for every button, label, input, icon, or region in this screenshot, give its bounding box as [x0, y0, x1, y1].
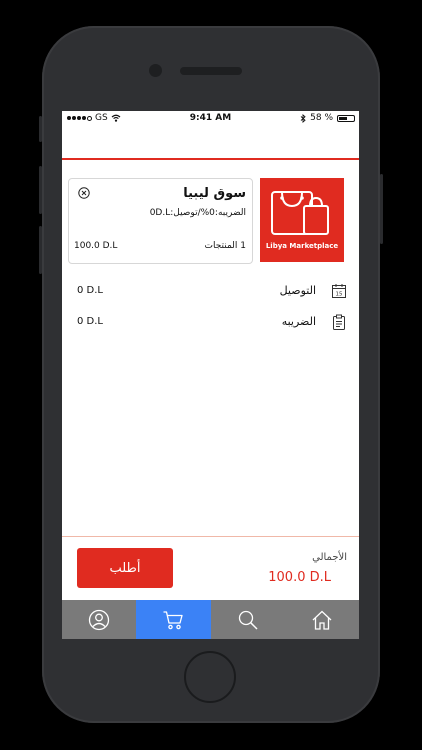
bluetooth-icon: [300, 113, 306, 123]
volume-up-button: [39, 166, 42, 214]
clipboard-icon: [333, 314, 345, 330]
tab-profile[interactable]: [62, 600, 136, 639]
total-label: الأجمالي: [312, 552, 347, 563]
tab-home[interactable]: [285, 600, 359, 639]
search-icon: [238, 610, 258, 630]
store-fees: الضريبه:0%/توصيل:0D.L: [149, 208, 246, 218]
battery-icon: [337, 114, 355, 122]
calendar-icon: 15: [332, 284, 346, 298]
home-button[interactable]: [184, 651, 236, 703]
close-icon[interactable]: [78, 187, 90, 199]
tab-search[interactable]: [211, 600, 285, 639]
volume-down-button: [39, 226, 42, 274]
earpiece-speaker: [180, 67, 242, 75]
tax-row: 0 D.L الضريبه: [62, 314, 359, 332]
order-button[interactable]: أطلب: [77, 548, 173, 588]
tab-bar: [62, 600, 359, 639]
home-icon: [312, 610, 332, 630]
tax-label: الضريبه: [281, 315, 316, 328]
store-name: سوق ليبيا: [183, 186, 246, 201]
cart-icon: [163, 610, 184, 629]
tab-cart[interactable]: [136, 600, 211, 639]
store-logo[interactable]: Libya Marketplace: [260, 178, 344, 262]
header-divider: [62, 158, 359, 160]
cart-store-card: سوق ليبيا الضريبه:0%/توصيل:0D.L 1 المنتج…: [68, 178, 253, 264]
profile-icon: [88, 609, 110, 630]
store-price: 100.0 D.L: [74, 241, 118, 251]
status-bar: GS 9:41 AM 58 %: [62, 111, 359, 125]
delivery-value: 0 D.L: [77, 285, 103, 296]
items-count: 1 المنتجات: [204, 241, 247, 251]
power-button: [380, 174, 383, 244]
delivery-label: التوصيل: [279, 284, 316, 297]
mute-switch: [39, 116, 42, 142]
front-camera: [149, 64, 162, 77]
total-value: 100.0 D.L: [268, 570, 331, 585]
app-screen: GS 9:41 AM 58 % سوق ليبيا الضريبه:0%/توص…: [62, 111, 359, 639]
delivery-row: 0 D.L التوصيل 15: [62, 283, 359, 301]
tax-value: 0 D.L: [77, 316, 103, 327]
battery-percent: 58 %: [310, 113, 333, 123]
status-right: 58 %: [300, 113, 355, 123]
calendar-day: 15: [336, 292, 343, 298]
footer-divider: [62, 536, 359, 537]
logo-text: Libya Marketplace: [265, 242, 339, 250]
